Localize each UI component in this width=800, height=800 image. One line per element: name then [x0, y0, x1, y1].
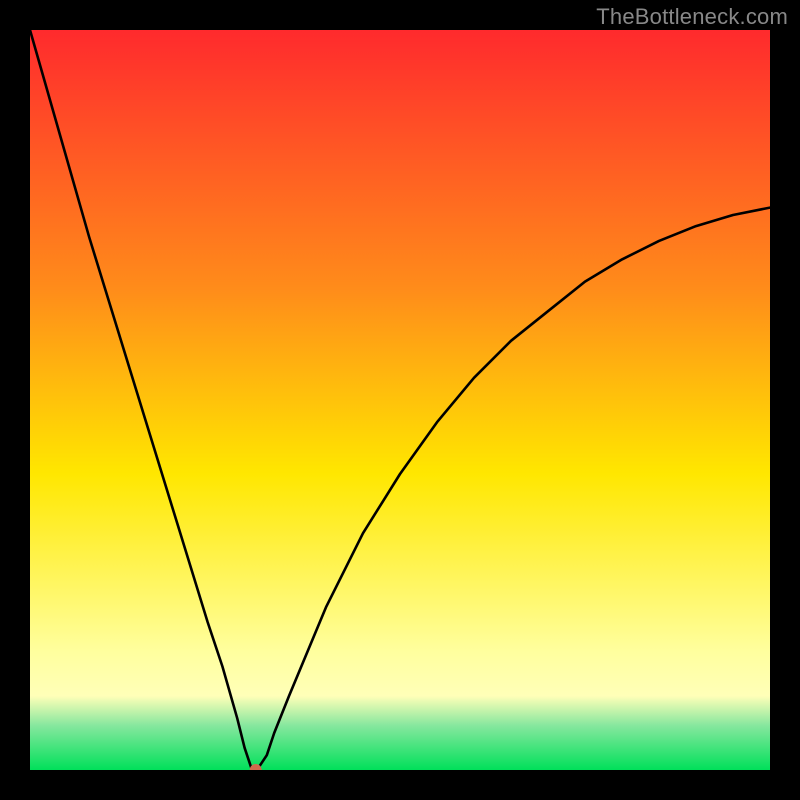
gradient-background [30, 30, 770, 770]
plot-area [30, 30, 770, 770]
watermark-text: TheBottleneck.com [596, 4, 788, 30]
chart-svg [30, 30, 770, 770]
chart-frame: TheBottleneck.com [0, 0, 800, 800]
